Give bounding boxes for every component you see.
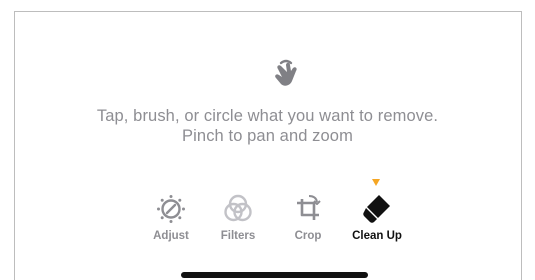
crop-tool-label: Crop	[294, 230, 322, 242]
active-tool-indicator	[372, 179, 380, 186]
filters-tool-label: Filters	[220, 230, 256, 242]
home-indicator[interactable]	[181, 272, 368, 278]
adjust-dial-icon	[157, 195, 185, 223]
clean-up-tool-label: Clean Up	[352, 230, 402, 242]
hand-gesture-icon	[275, 59, 297, 86]
filters-circles-icon	[224, 194, 252, 222]
filters-tool-button[interactable]: Filters	[198, 193, 278, 245]
instruction-text: Tap, brush, or circle what you want to r…	[96, 107, 439, 125]
crop-rotate-icon	[297, 195, 321, 220]
eraser-icon	[363, 195, 390, 223]
crop-tool-button[interactable]: Crop	[268, 193, 348, 245]
clean-up-tool-button[interactable]: Clean Up	[337, 193, 417, 245]
instruction-subtext: Pinch to pan and zoom	[182, 127, 353, 145]
